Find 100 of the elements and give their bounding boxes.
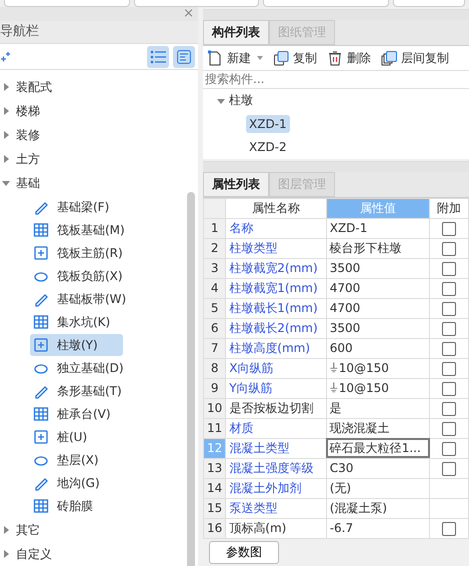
tree-item[interactable]: 地沟(G) [30,472,123,494]
detail-view-icon[interactable] [173,46,195,68]
checkbox[interactable] [442,382,456,396]
property-name: 顶标高(m) [226,518,326,538]
tree-item[interactable]: 柱墩(Y) [30,334,123,356]
row-number[interactable]: 6 [204,318,226,338]
property-value[interactable]: 600 [326,338,430,358]
tree-item[interactable]: 集水坑(K) [30,311,123,333]
property-name: 柱墩截长2(mm) [226,318,326,338]
scrollbar[interactable] [187,192,195,566]
property-value[interactable]: 3500 [326,258,430,278]
row-number[interactable]: 13 [204,458,226,478]
expand-arrow-icon[interactable] [2,107,10,115]
tree-item[interactable]: 条形基础(T) [30,380,123,402]
tree-item[interactable]: 筏板主筋(R) [30,242,123,264]
row-number[interactable]: 7 [204,338,226,358]
component-icon [33,245,49,261]
tab[interactable]: 属性列表 [203,172,269,197]
tree-group[interactable]: 土方 [16,150,40,168]
tree-item[interactable]: 筏板基础(M) [30,219,125,241]
checkbox[interactable] [442,322,456,336]
tree-group[interactable]: 楼梯 [16,102,40,120]
expand-arrow-icon[interactable] [2,550,10,558]
tree-group[interactable]: 基础 [16,174,40,192]
dropdown-field[interactable] [134,0,260,7]
tree-item[interactable]: 砖胎膜 [30,495,123,517]
checkbox[interactable] [442,282,456,296]
tree-group[interactable]: 装修 [16,126,40,144]
expand-arrow-icon[interactable] [2,179,10,187]
row-number[interactable]: 14 [204,478,226,498]
copy-button[interactable]: 复制 [273,50,317,67]
property-value[interactable]: XZD-1 [326,218,430,238]
dropdown-field[interactable] [393,0,466,7]
checkbox[interactable] [442,242,456,256]
tree-group[interactable]: 自定义 [16,546,52,562]
tree-item[interactable]: XZD-1 [246,115,290,134]
checkbox[interactable] [442,422,456,436]
property-value[interactable]: 4700 [326,278,430,298]
property-value[interactable]: ⏚10@150 [326,358,430,378]
property-value[interactable]: 碎石最大粒径1... [326,438,430,458]
delete-button[interactable]: 删除 [327,50,371,67]
search-field[interactable]: 搜索构件... [203,70,469,89]
property-name: 柱墩类型 [226,238,326,258]
row-number[interactable]: 10 [204,398,226,418]
tree-item[interactable]: 基础板带(W) [30,288,126,310]
row-number[interactable]: 2 [204,238,226,258]
expand-arrow-icon[interactable] [2,155,10,163]
property-value[interactable]: 棱台形下柱墩 [326,238,430,258]
checkbox[interactable] [442,222,456,236]
property-value[interactable]: C30 [326,458,430,478]
expand-arrow-icon[interactable] [2,526,10,534]
checkbox[interactable] [442,342,456,356]
tree-item[interactable]: 桩承台(V) [30,403,123,425]
property-value[interactable]: (混凝土泵) [326,498,430,518]
tree-item[interactable]: 桩(U) [30,426,123,448]
tree-item[interactable]: 筏板负筋(X) [30,265,123,287]
copy-button[interactable]: 层间复制 [381,50,449,67]
checkbox[interactable] [442,442,456,456]
checkbox[interactable] [442,522,456,536]
property-value[interactable]: (无) [326,478,430,498]
checkbox[interactable] [442,362,456,376]
property-value[interactable]: 4700 [326,298,430,318]
tree-group[interactable]: 柱墩 [229,92,253,110]
row-number[interactable]: 8 [204,358,226,378]
tree-item[interactable]: 独立基础(D) [30,357,124,379]
property-name: 混凝土外加剂 [226,478,326,498]
expand-arrow-icon[interactable] [2,131,10,139]
expand-arrow-icon[interactable] [2,83,10,91]
row-number[interactable]: 3 [204,258,226,278]
parameter-diagram-button[interactable]: 参数图 [209,540,279,564]
checkbox[interactable] [442,262,456,276]
property-value[interactable]: 3500 [326,318,430,338]
expand-arrow-icon[interactable] [217,96,225,105]
new-button[interactable]: 新建 [207,50,263,67]
property-value[interactable]: 是 [326,398,430,418]
row-number[interactable]: 5 [204,298,226,318]
add-icon[interactable] [0,52,10,62]
checkbox[interactable] [442,302,456,316]
row-number[interactable]: 16 [204,518,226,538]
row-number[interactable]: 9 [204,378,226,398]
checkbox[interactable] [442,462,456,476]
property-value[interactable]: ⏚10@150 [326,378,430,398]
tree-group[interactable]: 其它 [16,522,40,538]
tree-group[interactable]: 装配式 [16,78,52,96]
tree-item[interactable]: XZD-2 [246,138,290,156]
checkbox[interactable] [442,402,456,416]
row-number[interactable]: 15 [204,498,226,518]
row-number[interactable]: 4 [204,278,226,298]
row-number[interactable]: 11 [204,418,226,438]
caret-icon[interactable] [257,56,263,60]
copy-icon [381,50,397,66]
tree-item[interactable]: 垫层(X) [30,449,123,471]
tab[interactable]: 构件列表 [203,20,269,46]
tree-item[interactable]: 基础梁(F) [30,196,123,218]
property-value[interactable]: -6.7 [326,518,430,538]
dropdown-field[interactable] [4,0,130,7]
copy-icon [273,50,289,66]
row-number[interactable]: 1 [204,218,226,238]
list-view-icon[interactable] [147,46,169,68]
dropdown-field[interactable] [263,0,390,7]
